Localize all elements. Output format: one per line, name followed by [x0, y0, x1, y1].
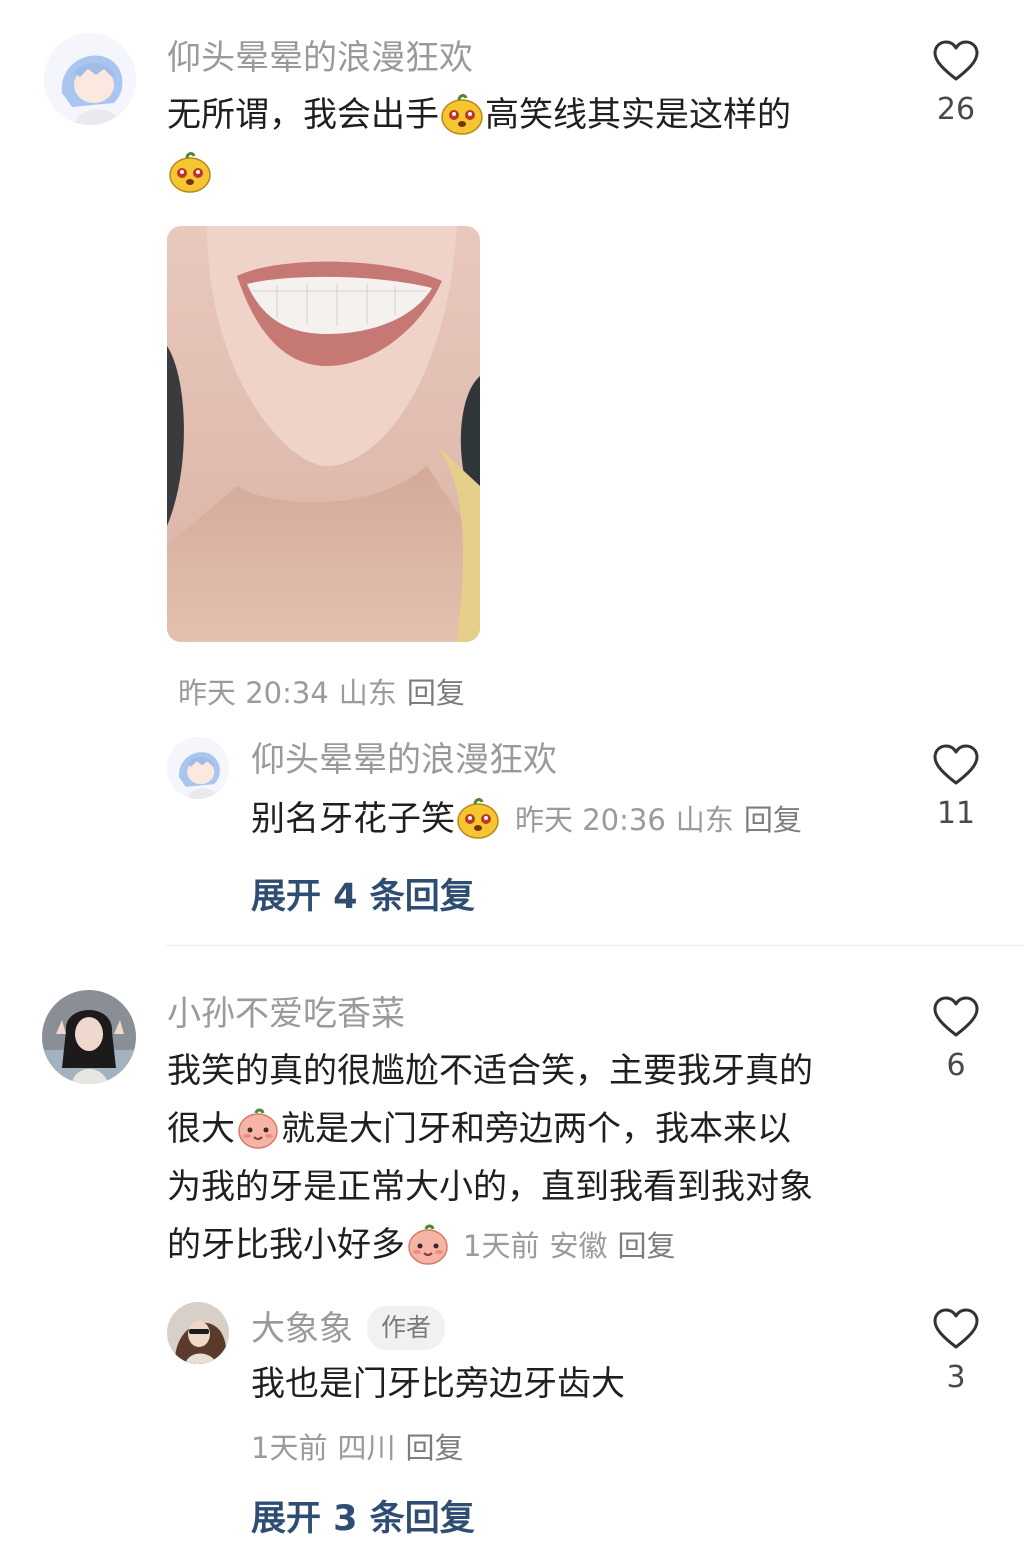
avatar[interactable] [167, 737, 229, 799]
heart-icon[interactable] [933, 1308, 979, 1350]
reply-button[interactable]: 回复 [407, 676, 465, 710]
like-button[interactable]: 6 [926, 996, 986, 1082]
comment-text: 我笑的真的很尴尬不适合笑，主要我牙真的 很大 就是大门牙和旁边两个，我本来以 为我… [167, 1042, 907, 1282]
avatar[interactable] [44, 33, 136, 125]
comment-location: 安徽 [549, 1229, 608, 1263]
divider [166, 945, 1024, 946]
comment-username[interactable]: 小孙不爱吃香菜 [167, 994, 405, 1034]
reply-meta: 1天前 四川 回复 [251, 1425, 473, 1467]
like-count: 11 [936, 796, 976, 831]
reply-username-text[interactable]: 大象象 [251, 1309, 353, 1349]
reply-text: 我也是门牙比旁边牙齿大 [251, 1355, 891, 1415]
peach-face-emoji-icon [235, 1104, 281, 1150]
avatar[interactable] [167, 1302, 229, 1364]
author-badge: 作者 [367, 1306, 446, 1350]
reply-text-line: 我也是门牙比旁边牙齿大 [251, 1364, 625, 1404]
comment-text-part: 无所谓，我会出手 [167, 95, 439, 135]
reply-location: 山东 [675, 803, 734, 837]
yellow-bear-emoji-icon [439, 90, 485, 136]
reply-button[interactable]: 回复 [405, 1431, 463, 1465]
heart-icon[interactable] [933, 40, 979, 82]
comment-time: 昨天 20:34 [178, 676, 329, 710]
reply-location: 四川 [337, 1431, 396, 1465]
like-button[interactable]: 3 [926, 1308, 986, 1394]
comment-text-part: 就是大门牙和旁边两个，我本来以 [281, 1109, 791, 1149]
reply-text: 别名牙花子笑 昨天 20:36 山东 回复 [251, 790, 891, 850]
reply-button[interactable]: 回复 [744, 803, 802, 837]
comment-username[interactable]: 仰头晕晕的浪漫狂欢 [167, 38, 473, 78]
reply-username[interactable]: 大象象 作者 [251, 1306, 446, 1350]
reply-text-part: 别名牙花子笑 [251, 799, 455, 839]
like-count: 26 [936, 92, 976, 127]
peach-face-emoji-icon [405, 1220, 451, 1266]
comment-text: 无所谓，我会出手 高笑线其实是这样的 [167, 86, 907, 206]
comment-location: 山东 [338, 676, 397, 710]
yellow-bear-emoji-icon [455, 794, 501, 840]
like-count: 3 [946, 1360, 966, 1395]
smile-photo-image [167, 226, 480, 642]
avatar[interactable] [42, 990, 136, 1084]
heart-icon[interactable] [933, 744, 979, 786]
reply-username[interactable]: 仰头晕晕的浪漫狂欢 [251, 740, 557, 780]
like-button[interactable]: 11 [926, 744, 986, 830]
expand-replies-link[interactable]: 展开 3 条回复 [251, 1490, 475, 1541]
like-count: 6 [946, 1048, 966, 1083]
comment-text-line: 为我的牙是正常大小的，直到我看到我对象 [167, 1167, 813, 1207]
expand-replies-link[interactable]: 展开 4 条回复 [251, 868, 475, 919]
comment-text-line: 我笑的真的很尴尬不适合笑，主要我牙真的 [167, 1051, 813, 1091]
comment-text-part: 高笑线其实是这样的 [485, 95, 791, 135]
comment-meta: 昨天 20:34 山东 回复 [178, 670, 475, 712]
comment-time: 1天前 [463, 1229, 540, 1263]
comment-photo[interactable] [167, 226, 480, 642]
comment-text-part: 的牙比我小好多 [167, 1225, 405, 1265]
reply-button[interactable]: 回复 [617, 1229, 675, 1263]
reply-time: 昨天 20:36 [515, 803, 666, 837]
heart-icon[interactable] [933, 996, 979, 1038]
comment-text-part: 很大 [167, 1109, 235, 1149]
reply-time: 1天前 [251, 1431, 328, 1465]
like-button[interactable]: 26 [926, 40, 986, 126]
yellow-bear-emoji-icon [167, 148, 213, 194]
